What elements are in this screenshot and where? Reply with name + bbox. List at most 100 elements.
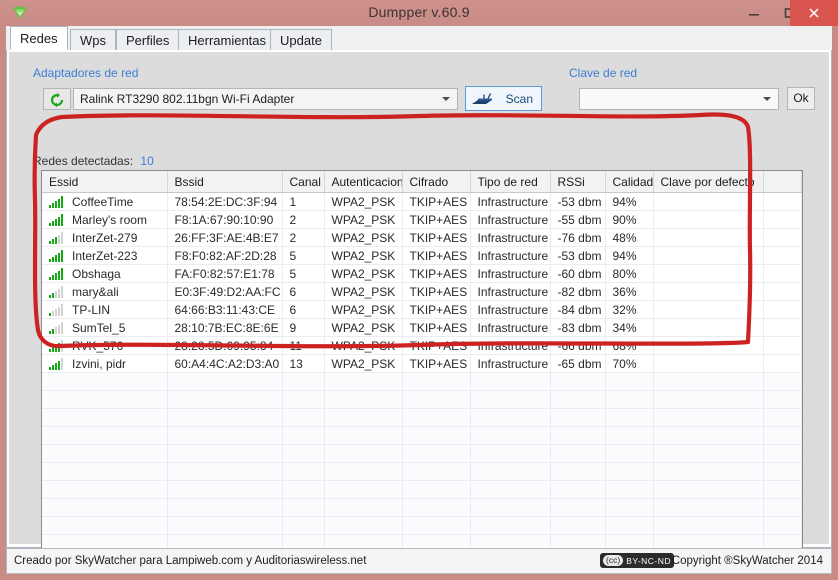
cell-rssi: -84 dbm: [550, 300, 606, 319]
cell-empty: [605, 462, 654, 481]
column-header-autenticacion[interactable]: Autenticacion: [324, 171, 403, 193]
table-row[interactable]: Marley's room F8:1A:67:90:10:90 2 WPA2_PSK T…: [42, 210, 802, 229]
ok-button[interactable]: Ok: [787, 87, 815, 110]
table-row[interactable]: Izvini, pidr 60:A4:4C:A2:D3:A0 13 WPA2_PSK T…: [42, 354, 802, 373]
minimize-button[interactable]: [736, 0, 772, 26]
column-header-essid[interactable]: Essid: [42, 171, 168, 193]
cell-empty: [402, 390, 471, 409]
cell-empty: [324, 444, 403, 463]
network-key-input[interactable]: [579, 88, 779, 110]
cell-tipo: Infrastructure: [470, 354, 551, 373]
signal-strength-icon: [49, 303, 66, 316]
cell-cifrado: TKIP+AES: [402, 192, 471, 211]
table-row[interactable]: Obshaga FA:F0:82:57:E1:78 5 WPA2_PSK TKIP+AE…: [42, 264, 802, 283]
detected-networks-status: Redes detectadas: 10: [33, 154, 154, 168]
cell-empty: [42, 426, 168, 445]
table-row-empty[interactable]: [42, 372, 802, 391]
networks-grid[interactable]: Essid Bssid Canal Autenticacion Cifrado …: [41, 170, 803, 554]
adapter-select[interactable]: Ralink RT3290 802.11bgn Wi-Fi Adapter: [73, 88, 458, 110]
cell-essid: InterZet-279: [42, 228, 168, 247]
cell-essid: TP-LIN: [42, 300, 168, 319]
cell-empty: [605, 516, 654, 535]
cell-empty: [605, 480, 654, 499]
chevron-down-icon[interactable]: [763, 97, 771, 101]
page-content: Adaptadores de red Clave de red Ralink R…: [9, 52, 829, 554]
cell-clave: [653, 336, 764, 355]
tab-perfiles[interactable]: Perfiles: [116, 29, 180, 50]
cell-empty: [324, 390, 403, 409]
cell-canal: 13: [282, 354, 325, 373]
tab-herramientas[interactable]: Herramientas: [178, 29, 277, 50]
table-row-empty[interactable]: [42, 444, 802, 463]
signal-strength-icon: [49, 267, 66, 280]
table-row-empty[interactable]: [42, 426, 802, 445]
table-row[interactable]: RVK_576 28:28:5D:69:95:84 11 WPA2_PSK TKIP+A…: [42, 336, 802, 355]
cell-auth: WPA2_PSK: [324, 210, 403, 229]
column-header-calidad[interactable]: Calidad: [605, 171, 654, 193]
cell-calidad: 94%: [605, 246, 654, 265]
detected-networks-label: Redes detectadas:: [33, 154, 134, 168]
column-header-clave-por-defecto[interactable]: Clave por defecto: [653, 171, 764, 193]
cell-canal: 2: [282, 210, 325, 229]
cell-empty: [470, 426, 551, 445]
table-row[interactable]: TP-LIN 64:66:B3:11:43:CE 6 WPA2_PSK TKIP+AES…: [42, 300, 802, 319]
cell-rssi: -55 dbm: [550, 210, 606, 229]
table-row-empty[interactable]: [42, 480, 802, 499]
cell-bssid: F8:F0:82:AF:2D:28: [167, 246, 283, 265]
table-row[interactable]: SumTel_5 28:10:7B:EC:8E:6E 9 WPA2_PSK TKIP+A…: [42, 318, 802, 337]
cell-empty: [653, 498, 764, 517]
cell-essid: Izvini, pidr: [42, 354, 168, 373]
scan-button-label: Scan: [505, 92, 533, 106]
cell-empty: [653, 390, 764, 409]
scan-button[interactable]: Scan: [465, 86, 542, 111]
signal-strength-icon: [49, 213, 66, 226]
tab-strip: Redes Wps Perfiles Herramientas Update: [6, 26, 832, 51]
cell-empty: [653, 462, 764, 481]
signal-strength-icon: [49, 285, 66, 298]
column-header-tipo-de-red[interactable]: Tipo de red: [470, 171, 551, 193]
cell-auth: WPA2_PSK: [324, 300, 403, 319]
cell-empty: [605, 444, 654, 463]
table-row-empty[interactable]: [42, 516, 802, 535]
cell-cifrado: TKIP+AES: [402, 246, 471, 265]
cell-empty: [402, 408, 471, 427]
table-row[interactable]: InterZet-279 26:FF:3F:AE:4B:E7 2 WPA2_PSK TK…: [42, 228, 802, 247]
cell-canal: 6: [282, 300, 325, 319]
tab-update[interactable]: Update: [270, 29, 332, 50]
cell-empty: [282, 498, 325, 517]
cell-essid: InterZet-223: [42, 246, 168, 265]
refresh-button[interactable]: [43, 88, 71, 110]
cell-cifrado: TKIP+AES: [402, 210, 471, 229]
table-row[interactable]: CoffeeTime 78:54:2E:DC:3F:94 1 WPA2_PSK TKIP…: [42, 192, 802, 211]
cell-essid: CoffeeTime: [42, 192, 168, 211]
column-header-rssi[interactable]: RSSi: [550, 171, 606, 193]
tab-wps[interactable]: Wps: [70, 29, 116, 50]
cell-empty: [470, 516, 551, 535]
cell-empty: [550, 408, 606, 427]
column-header-cifrado[interactable]: Cifrado: [402, 171, 471, 193]
cell-empty: [167, 372, 283, 391]
cell-auth: WPA2_PSK: [324, 318, 403, 337]
cell-empty: [550, 462, 606, 481]
tab-redes[interactable]: Redes: [10, 26, 68, 50]
cell-rssi: -66 dbm: [550, 336, 606, 355]
cell-spacer: [763, 318, 802, 337]
column-header-bssid[interactable]: Bssid: [167, 171, 283, 193]
column-header-spacer[interactable]: [763, 171, 802, 193]
cell-empty: [763, 498, 802, 517]
cell-essid: RVK_576: [42, 336, 168, 355]
column-header-canal[interactable]: Canal: [282, 171, 325, 193]
table-row[interactable]: mary&ali E0:3F:49:D2:AA:FC 6 WPA2_PSK TKIP+A…: [42, 282, 802, 301]
cell-empty: [763, 480, 802, 499]
close-button[interactable]: [790, 0, 838, 26]
table-row-empty[interactable]: [42, 408, 802, 427]
cell-spacer: [763, 228, 802, 247]
table-row-empty[interactable]: [42, 498, 802, 517]
cell-clave: [653, 300, 764, 319]
table-row-empty[interactable]: [42, 390, 802, 409]
cell-calidad: 36%: [605, 282, 654, 301]
cell-empty: [167, 408, 283, 427]
cell-empty: [402, 516, 471, 535]
table-row[interactable]: InterZet-223 F8:F0:82:AF:2D:28 5 WPA2_PSK TK…: [42, 246, 802, 265]
table-row-empty[interactable]: [42, 462, 802, 481]
